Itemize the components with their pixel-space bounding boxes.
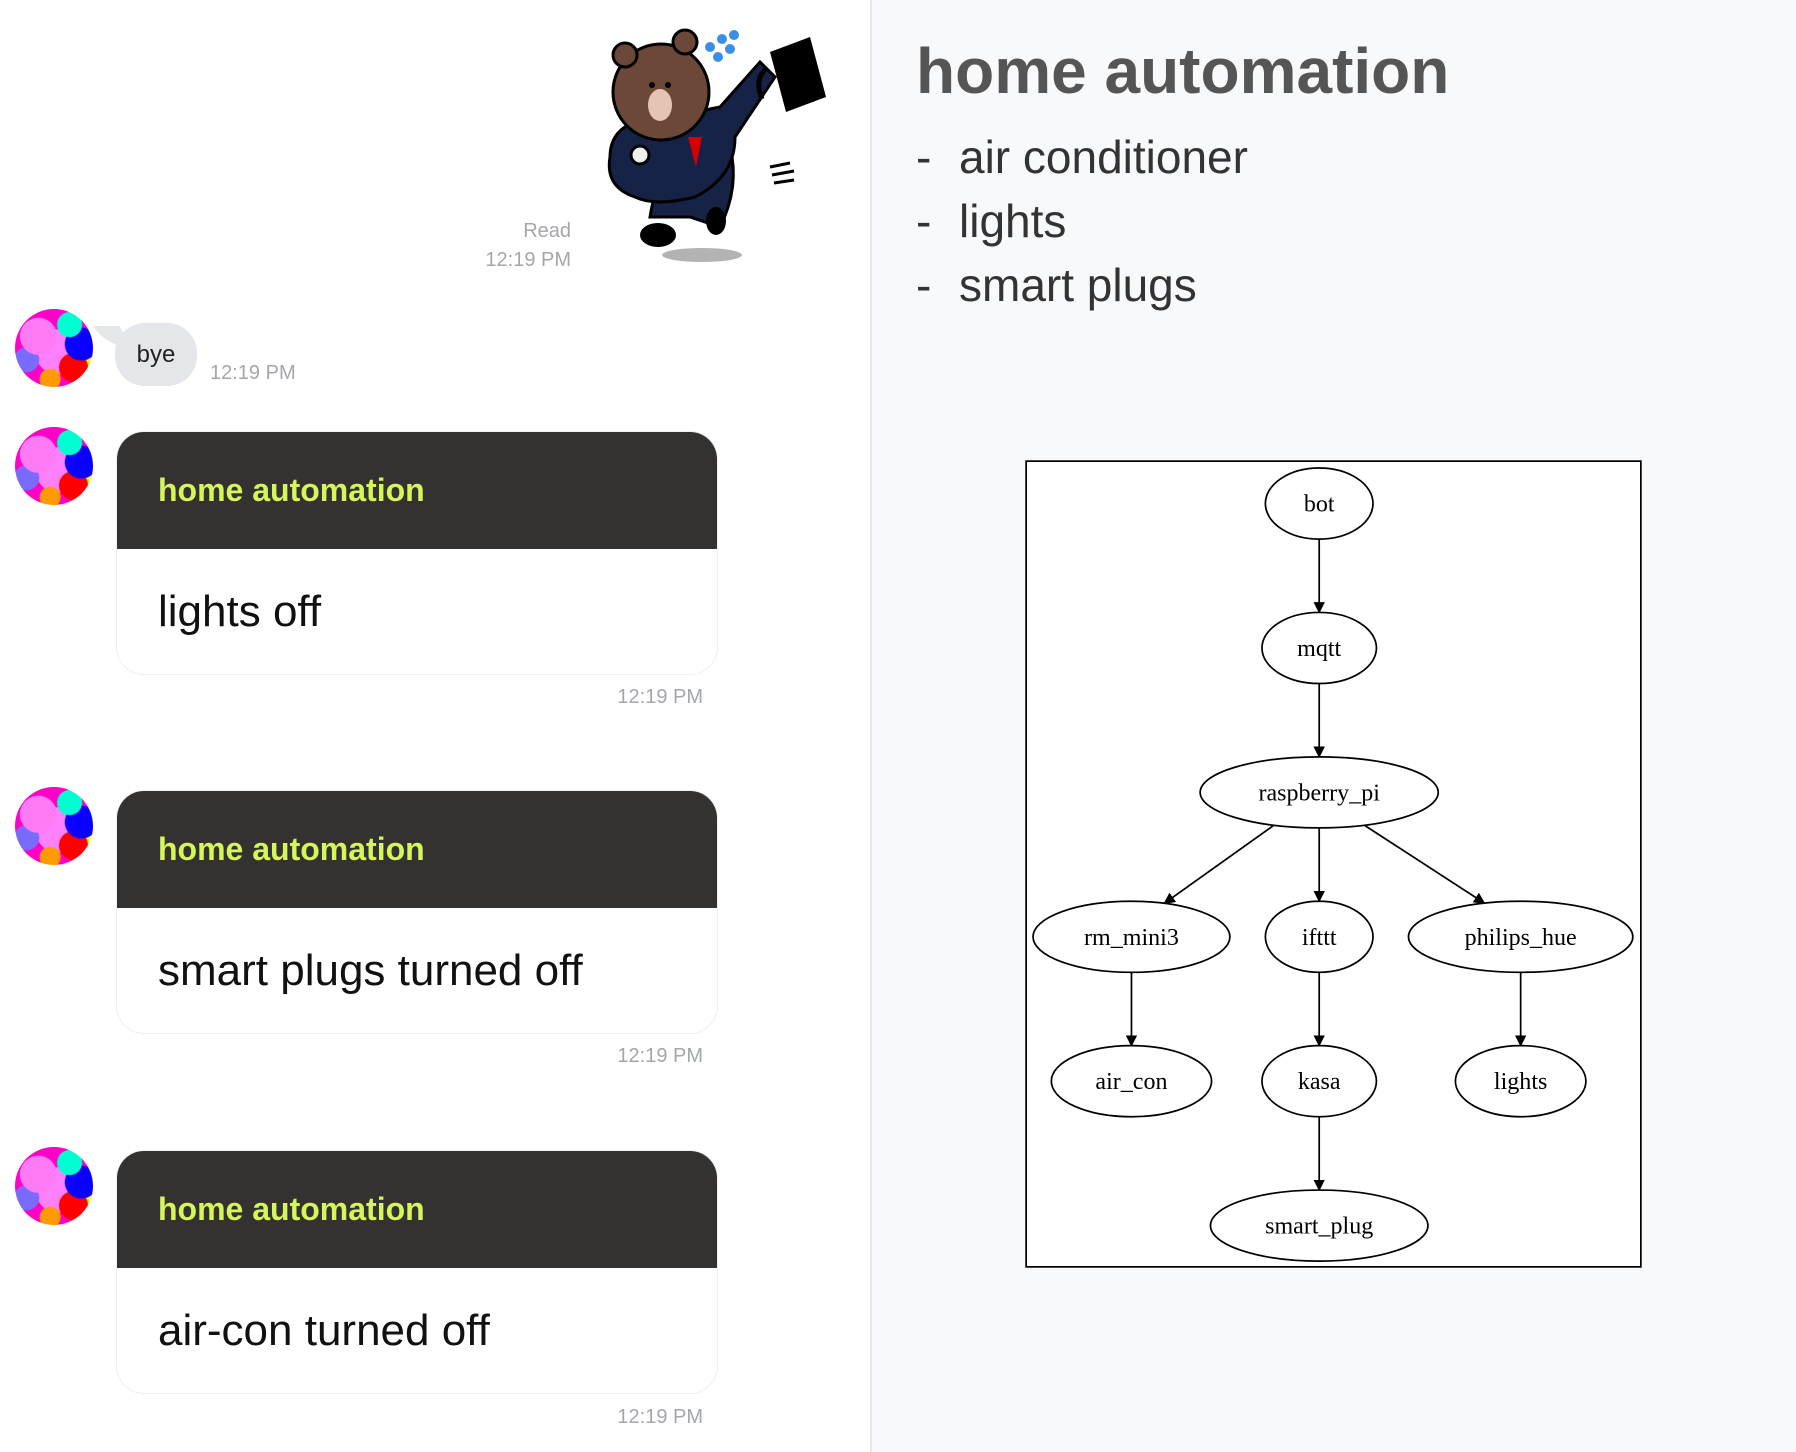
timestamp: 12:19 PM bbox=[617, 1045, 703, 1067]
avatar[interactable] bbox=[15, 1147, 93, 1225]
bullet-item: - smart plugs bbox=[916, 259, 1197, 311]
node-label: smart_plug bbox=[1265, 1214, 1373, 1240]
timestamp: 12:19 PM bbox=[617, 686, 703, 708]
card-body: lights off bbox=[158, 586, 322, 636]
architecture-diagram: bot mqtt raspberry_pi rm_mini3 ifttt philips_… bbox=[1025, 460, 1642, 1268]
node-label: kasa bbox=[1298, 1069, 1341, 1095]
card-header: home automation bbox=[117, 1151, 717, 1268]
message-text: bye bbox=[136, 340, 176, 368]
node-label: mqtt bbox=[1297, 636, 1341, 662]
avatar[interactable] bbox=[15, 309, 93, 387]
node-label: air_con bbox=[1095, 1069, 1167, 1095]
card-header: home automation bbox=[117, 432, 717, 549]
message-bubble: bye bbox=[115, 323, 197, 386]
node-label: raspberry_pi bbox=[1258, 780, 1380, 806]
timestamp: 12:19 PM bbox=[485, 249, 571, 271]
slide-title: home automation bbox=[916, 35, 1450, 107]
avatar[interactable] bbox=[15, 427, 93, 505]
card-header: home automation bbox=[117, 791, 717, 908]
flex-message-card: home automation lights off bbox=[116, 431, 718, 675]
avatar[interactable] bbox=[15, 787, 93, 865]
node-label: rm_mini3 bbox=[1084, 925, 1179, 951]
flex-message-card: home automation smart plugs turned off bbox=[116, 790, 718, 1034]
node-label: ifttt bbox=[1302, 925, 1337, 951]
bullet-item: - air conditioner bbox=[916, 131, 1248, 183]
node-label: bot bbox=[1304, 492, 1335, 518]
bullet-item: - lights bbox=[916, 195, 1067, 247]
read-receipt: Read bbox=[523, 220, 571, 242]
card-body: air-con turned off bbox=[158, 1305, 490, 1355]
flex-message-card: home automation air-con turned off bbox=[116, 1150, 718, 1394]
timestamp: 12:19 PM bbox=[210, 362, 296, 384]
node-label: philips_hue bbox=[1465, 925, 1577, 951]
timestamp: 12:19 PM bbox=[617, 1406, 703, 1428]
node-label: lights bbox=[1494, 1069, 1547, 1095]
card-body: smart plugs turned off bbox=[158, 945, 583, 995]
chat-pane: Read 12:19 PM bye 12:19 PM home automati… bbox=[0, 0, 870, 1452]
bear-sticker[interactable] bbox=[590, 17, 842, 269]
